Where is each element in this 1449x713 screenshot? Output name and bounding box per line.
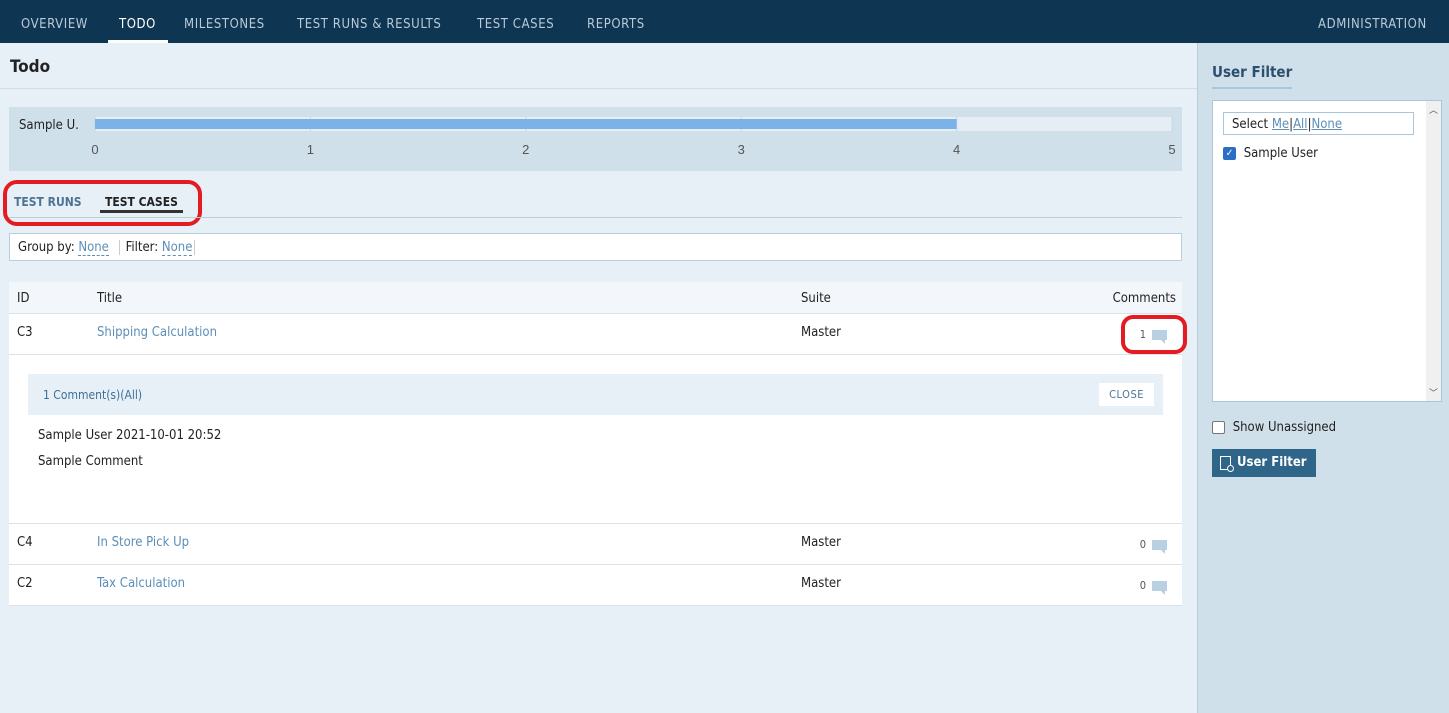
row-title-link[interactable]: In Store Pick Up [97, 535, 189, 550]
comments-count-title: 1 Comment(s)(All) [43, 388, 143, 402]
comments-toggle[interactable]: 0 [1139, 538, 1167, 554]
chart-tick-label: 2 [522, 142, 529, 157]
table-row[interactable]: C2 Tax Calculation Master 0 [9, 565, 1182, 606]
nav-overview[interactable]: OVERVIEW [21, 17, 88, 32]
chart-tick-label: 0 [91, 142, 98, 157]
user-filter-button-label: User Filter [1237, 455, 1307, 470]
select-all-link[interactable]: All [1293, 117, 1308, 132]
row-id: C2 [17, 576, 33, 591]
sidebar-title: User Filter [1212, 63, 1293, 89]
filter-link[interactable]: None [161, 240, 193, 256]
comments-panel-header: 1 Comment(s)(All) CLOSE [28, 374, 1163, 415]
todo-chart: Sample U. 012345 [9, 107, 1182, 171]
chart-svg: 0 1 2 3 4 5 [91, 117, 1176, 157]
nav-test-runs-results[interactable]: TEST RUNS & RESULTS [297, 17, 441, 32]
select-label: Select [1232, 117, 1269, 132]
nav-test-cases[interactable]: TEST CASES [477, 17, 554, 32]
row-id: C3 [17, 325, 33, 340]
user-name: Sample User [1243, 146, 1318, 161]
comment-text: Sample Comment [38, 454, 143, 469]
table-header: ID Title Suite Comments [9, 282, 1182, 314]
header-comments: Comments [1112, 291, 1176, 306]
comment-bubble-icon [1152, 540, 1167, 554]
nav-reports[interactable]: REPORTS [587, 17, 645, 32]
divider [0, 88, 1197, 89]
nav-administration[interactable]: ADMINISTRATION [1318, 17, 1427, 32]
row-title-link[interactable]: Tax Calculation [97, 576, 185, 591]
header-suite: Suite [801, 291, 831, 306]
row-title-link[interactable]: Shipping Calculation [97, 325, 217, 340]
comments-panel: 1 Comment(s)(All) CLOSE Sample User 2021… [9, 355, 1182, 524]
top-nav: OVERVIEW TODO MILESTONES TEST RUNS & RES… [0, 0, 1449, 43]
tab-test-cases[interactable]: TEST CASES [100, 195, 183, 213]
select-me-link[interactable]: Me [1272, 117, 1289, 132]
group-by-label: Group by: [18, 240, 75, 255]
filter-bar: Group by: None Filter: None [9, 233, 1182, 261]
chart-bar [95, 119, 957, 129]
chart-tick-label: 1 [307, 142, 314, 157]
comments-toggle[interactable]: 0 [1139, 579, 1167, 595]
chart-tick-label: 5 [1168, 142, 1175, 157]
select-none-link[interactable]: None [1312, 117, 1343, 132]
comment-bubble-icon [1152, 581, 1167, 595]
chart-tick-label: 3 [738, 142, 745, 157]
show-unassigned-checkbox[interactable] [1212, 421, 1225, 434]
nav-todo[interactable]: TODO [119, 17, 156, 32]
nav-milestones[interactable]: MILESTONES [184, 17, 265, 32]
user-checkbox[interactable]: ✓ [1223, 147, 1236, 160]
user-option[interactable]: ✓ Sample User [1223, 146, 1318, 161]
table-row[interactable]: C3 Shipping Calculation Master 1 [9, 314, 1182, 355]
table-row[interactable]: C4 In Store Pick Up Master 0 [9, 524, 1182, 565]
show-unassigned-label: Show Unassigned [1232, 420, 1337, 435]
page-title: Todo [10, 57, 51, 77]
show-unassigned[interactable]: Show Unassigned [1212, 420, 1336, 435]
header-title: Title [97, 291, 123, 306]
user-list-box: ︿ ﹀ Select Me|All|None ✓ Sample User [1212, 100, 1442, 402]
comment-author-line: Sample User 2021-10-01 20:52 [38, 428, 222, 443]
row-suite: Master [801, 325, 841, 340]
group-by-link[interactable]: None [78, 240, 109, 256]
select-links: Select Me|All|None [1223, 112, 1414, 135]
comment-count: 0 [1139, 538, 1146, 551]
highlight-comments [1121, 315, 1187, 354]
close-button[interactable]: CLOSE [1099, 383, 1154, 406]
tabs-divider [9, 217, 1182, 218]
document-search-icon [1220, 455, 1234, 472]
active-nav-indicator [108, 40, 168, 43]
filter-label: Filter: [125, 240, 159, 255]
row-id: C4 [17, 535, 33, 550]
scrollbar[interactable]: ︿ ﹀ [1426, 101, 1441, 401]
user-filter-button[interactable]: User Filter [1212, 449, 1316, 477]
row-suite: Master [801, 535, 841, 550]
comment-count: 0 [1139, 579, 1146, 592]
sidebar: User Filter ︿ ﹀ Select Me|All|None ✓ Samp… [1197, 43, 1449, 713]
row-suite: Master [801, 576, 841, 591]
header-id: ID [17, 291, 30, 306]
tab-test-runs[interactable]: TEST RUNS [14, 195, 82, 209]
chart-tick-label: 4 [953, 142, 960, 157]
